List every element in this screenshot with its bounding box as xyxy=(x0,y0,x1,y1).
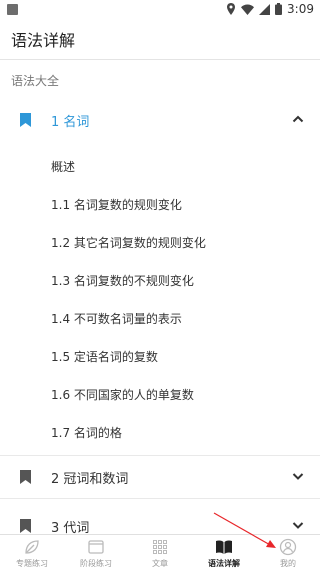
wifi-icon xyxy=(241,4,255,15)
status-bar: 3:09 xyxy=(0,0,320,18)
list-item[interactable]: 1.7 名词的格 xyxy=(51,424,122,441)
app-bar: 语法详解 xyxy=(0,18,320,60)
section-label: 语法大全 xyxy=(11,74,60,88)
nav-item-stage-practice[interactable]: 阶段练习 xyxy=(64,535,128,570)
signal-icon xyxy=(259,3,271,15)
list-item[interactable]: 1.6 不同国家的人的单复数 xyxy=(51,386,194,403)
battery-icon xyxy=(275,3,283,15)
list-item[interactable]: 1.4 不可数名词量的表示 xyxy=(51,310,182,327)
chevron-down-icon[interactable] xyxy=(292,520,304,530)
chevron-down-icon[interactable] xyxy=(292,471,304,481)
nav-label: 我的 xyxy=(280,559,296,568)
notification-icon xyxy=(7,3,18,15)
status-time: 3:09 xyxy=(287,2,314,16)
folder-icon xyxy=(88,540,104,554)
list-item[interactable]: 1.1 名词复数的规则变化 xyxy=(51,196,182,213)
list-item[interactable]: 概述 xyxy=(51,158,75,175)
accordion-label: 1 名词 xyxy=(51,114,90,130)
divider xyxy=(0,498,320,499)
page-title: 语法详解 xyxy=(11,30,76,50)
accordion-header-nouns[interactable]: 1 名词 xyxy=(0,100,320,140)
status-icons: 3:09 xyxy=(226,2,314,16)
list-item[interactable]: 1.2 其它名词复数的规则变化 xyxy=(51,234,206,251)
screen: 3:09 语法详解 语法大全 1 名词 概述 1.1 名词复数的规则变化 1.2… xyxy=(0,0,320,570)
user-icon xyxy=(279,538,297,556)
bookmark-icon xyxy=(20,113,31,127)
list-item[interactable]: 1.3 名词复数的不规则变化 xyxy=(51,272,194,289)
accordion-header-articles-numerals[interactable]: 2 冠词和数词 xyxy=(0,457,320,497)
book-icon xyxy=(216,540,232,554)
nav-label: 语法详解 xyxy=(208,559,240,568)
list-item[interactable]: 1.5 定语名词的复数 xyxy=(51,348,158,365)
nav-label: 文章 xyxy=(152,559,168,568)
nav-item-topic-practice[interactable]: 专题练习 xyxy=(0,535,64,570)
grid-icon xyxy=(153,540,167,554)
accordion-label: 3 代词 xyxy=(51,520,90,536)
chevron-up-icon[interactable] xyxy=(292,114,304,124)
leaf-icon xyxy=(25,540,39,554)
nav-label: 阶段练习 xyxy=(80,559,112,568)
bottom-nav: 专题练习 阶段练习 文章 语法详解 我的 xyxy=(0,534,320,570)
bookmark-icon xyxy=(20,470,31,484)
nav-item-me[interactable]: 我的 xyxy=(256,535,320,570)
nav-label: 专题练习 xyxy=(16,559,48,568)
location-icon xyxy=(227,3,236,15)
accordion-label: 2 冠词和数词 xyxy=(51,471,129,487)
nav-item-grammar[interactable]: 语法详解 xyxy=(192,535,256,570)
nav-item-articles[interactable]: 文章 xyxy=(128,535,192,570)
divider xyxy=(0,455,320,456)
bookmark-icon xyxy=(20,519,31,533)
